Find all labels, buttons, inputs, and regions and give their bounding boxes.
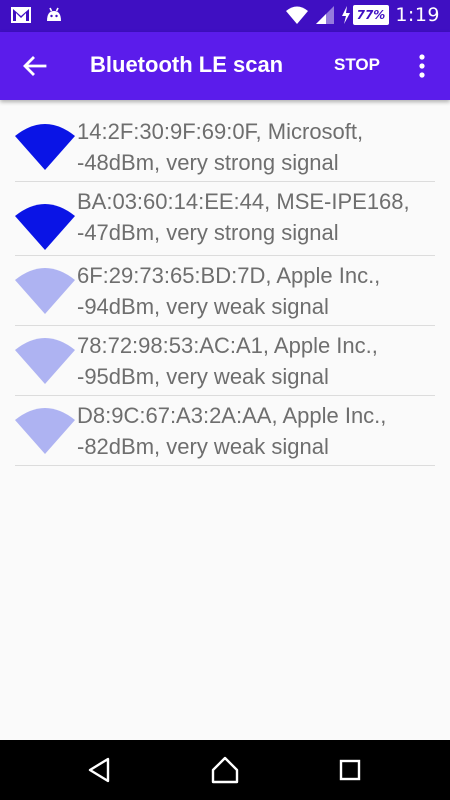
device-info: 78:72:98:53:AC:A1, Apple Inc., -95dBm, v… (77, 333, 378, 389)
device-row[interactable]: 6F:29:73:65:BD:7D, Apple Inc., -94dBm, v… (15, 256, 435, 326)
signal-strength-icon (15, 124, 75, 170)
gmail-icon (11, 7, 31, 23)
overflow-menu-icon[interactable] (410, 52, 434, 80)
charging-icon (341, 6, 350, 24)
page-title: Bluetooth LE scan (90, 52, 284, 77)
cell-signal-icon (315, 6, 334, 24)
device-info: BA:03:60:14:EE:44, MSE-IPE168, -47dBm, v… (77, 189, 410, 245)
back-arrow-icon[interactable] (18, 49, 52, 83)
status-time: 1:19 (395, 4, 440, 26)
signal-strength-icon (15, 204, 75, 250)
navigation-bar (0, 740, 450, 800)
home-nav-icon[interactable] (211, 756, 239, 784)
signal-wedge (15, 268, 75, 314)
device-row[interactable]: 78:72:98:53:AC:A1, Apple Inc., -95dBm, v… (15, 326, 435, 396)
device-row[interactable]: 14:2F:30:9F:69:0F, Microsoft, -48dBm, ve… (15, 112, 435, 182)
stop-button[interactable]: STOP (334, 55, 380, 75)
status-bar: 77% 1:19 (0, 0, 450, 32)
wifi-icon (285, 6, 308, 24)
device-row[interactable]: BA:03:60:14:EE:44, MSE-IPE168, -47dBm, v… (15, 182, 435, 256)
device-row[interactable]: D8:9C:67:A3:2A:AA, Apple Inc., -82dBm, v… (15, 396, 435, 466)
signal-strength-icon (15, 338, 75, 384)
battery-icon: 77% (352, 5, 390, 25)
device-info: 14:2F:30:9F:69:0F, Microsoft, -48dBm, ve… (77, 119, 364, 175)
status-left-icons (10, 5, 64, 25)
signal-wedge (15, 204, 75, 250)
signal-strength-icon (15, 268, 75, 314)
back-nav-icon[interactable] (86, 756, 114, 784)
recents-nav-icon[interactable] (336, 756, 364, 784)
signal-wedge (15, 408, 75, 454)
app-bar: Bluetooth LE scan STOP (0, 32, 450, 100)
signal-wedge (15, 124, 75, 170)
status-right-icons: 77% 1:19 (285, 4, 440, 26)
battery-indicator: 77% (341, 5, 390, 25)
android-icon (47, 7, 61, 21)
device-info: D8:9C:67:A3:2A:AA, Apple Inc., -82dBm, v… (77, 403, 387, 459)
signal-wedge (15, 338, 75, 384)
device-list: 14:2F:30:9F:69:0F, Microsoft, -48dBm, ve… (15, 112, 435, 466)
device-info: 6F:29:73:65:BD:7D, Apple Inc., -94dBm, v… (77, 263, 381, 319)
signal-strength-icon (15, 408, 75, 454)
